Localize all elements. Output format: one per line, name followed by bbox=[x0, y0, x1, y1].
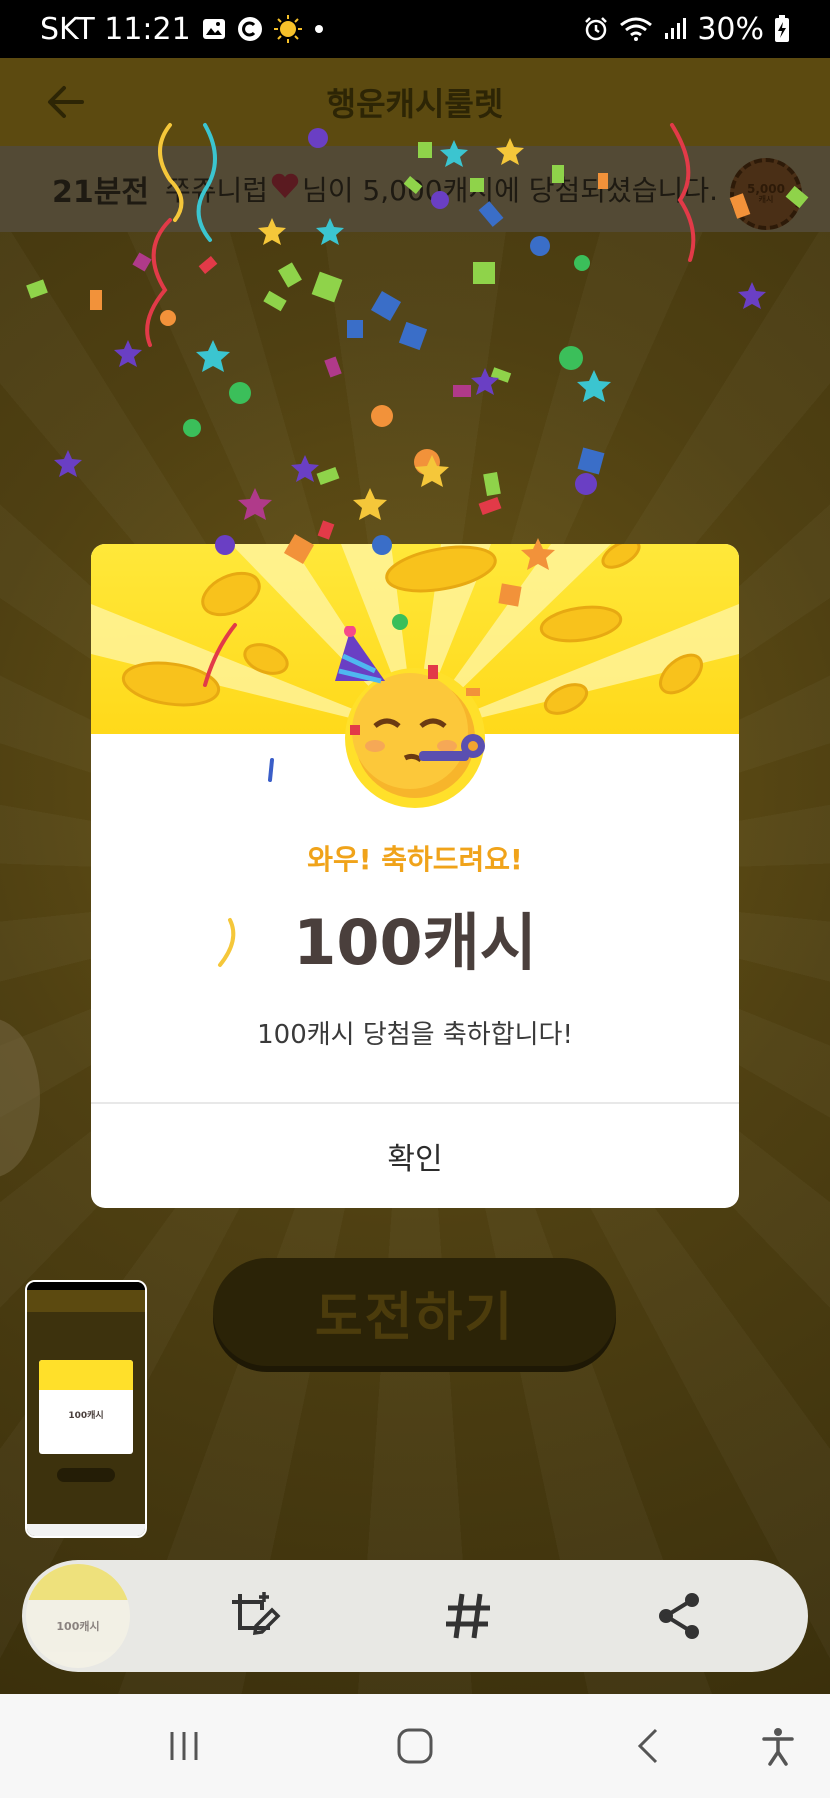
winner-ticker: 21분전 쭈쥬니럽 님이 5,000캐시에 당첨되셨습니다. 5,000 캐시 bbox=[0, 146, 830, 232]
status-bar: SKT 11:21 30% bbox=[0, 0, 830, 58]
screenshot-thumbnail[interactable]: 100캐시 bbox=[25, 1280, 147, 1538]
crop-edit-icon bbox=[232, 1592, 281, 1636]
app-title: 행운캐시룰렛 bbox=[326, 85, 504, 123]
party-face-icon bbox=[335, 626, 485, 808]
recents-icon bbox=[170, 1732, 198, 1760]
thumbnail-amount: 100캐시 bbox=[68, 1411, 104, 1421]
share-icon bbox=[659, 1593, 699, 1639]
back-icon bbox=[637, 1728, 658, 1764]
congrats-dialog: 와우! 축하드려요! 100캐시 100캐시 당첨을 축하합니다! 확인 bbox=[91, 544, 739, 1208]
share-button[interactable] bbox=[652, 1588, 708, 1644]
dialog-amount: 100캐시 bbox=[293, 906, 537, 979]
alarm-icon bbox=[583, 16, 609, 42]
hashtag-icon bbox=[446, 1593, 490, 1639]
challenge-button-label: 도전하기 bbox=[314, 1287, 515, 1348]
dot-icon bbox=[313, 23, 325, 35]
sun-app-icon bbox=[273, 14, 303, 44]
dialog-message: 100캐시 당첨을 축하합니다! bbox=[257, 1020, 573, 1050]
confirm-button[interactable]: 확인 bbox=[91, 1104, 739, 1208]
navigation-bar bbox=[0, 1694, 830, 1798]
toolbar-preview[interactable]: 100캐시 bbox=[26, 1564, 130, 1668]
gallery-icon bbox=[201, 16, 227, 42]
ticker-time: 21분전 bbox=[52, 175, 149, 210]
battery-charging-icon bbox=[774, 15, 790, 43]
back-button[interactable] bbox=[40, 76, 92, 128]
wifi-icon bbox=[619, 16, 653, 42]
heart-icon bbox=[270, 172, 300, 207]
toolbar-preview-amount: 100캐시 bbox=[56, 1620, 100, 1633]
screenshot-toolbar: 100캐시 bbox=[22, 1560, 808, 1672]
dialog-subtitle: 와우! 축하드려요! bbox=[307, 843, 523, 876]
coin-badge: 5,000 캐시 bbox=[730, 158, 802, 230]
accessibility-button[interactable] bbox=[752, 1720, 804, 1772]
arrow-left-icon bbox=[48, 86, 84, 118]
ticker-user: 쭈쥬니럽 bbox=[164, 174, 268, 207]
crop-edit-button[interactable] bbox=[226, 1588, 282, 1644]
battery-percent: 30% bbox=[697, 11, 764, 47]
challenge-button[interactable]: 도전하기 bbox=[213, 1258, 616, 1366]
recents-button[interactable] bbox=[158, 1720, 210, 1772]
accessibility-icon bbox=[762, 1728, 794, 1766]
app-bar: 행운캐시룰렛 bbox=[0, 58, 830, 146]
ticker-message: 님이 5,000캐시에 당첨되셨습니다. bbox=[302, 174, 718, 207]
c-app-icon bbox=[237, 16, 263, 42]
home-icon bbox=[397, 1728, 433, 1764]
coin-badge-unit: 캐시 bbox=[758, 195, 774, 205]
home-button[interactable] bbox=[389, 1720, 441, 1772]
back-nav-button[interactable] bbox=[622, 1720, 674, 1772]
signal-icon bbox=[663, 17, 687, 41]
hashtag-button[interactable] bbox=[440, 1588, 496, 1644]
carrier-time: SKT 11:21 bbox=[40, 11, 191, 47]
thumbnail-dialog: 100캐시 bbox=[39, 1360, 133, 1454]
